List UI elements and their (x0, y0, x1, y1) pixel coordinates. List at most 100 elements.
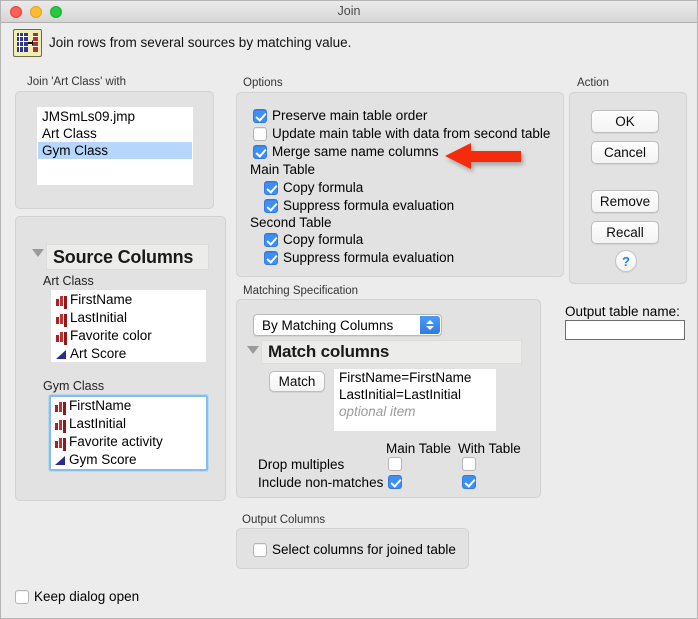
remove-button[interactable]: Remove (591, 190, 659, 213)
checkbox-label: Copy formula (283, 180, 363, 195)
row-label-include-non-matches: Include non-matches (258, 475, 383, 490)
join-with-list[interactable]: JMSmLs09.jmp Art Class Gym Class (37, 107, 193, 185)
column-item[interactable]: FirstName (51, 397, 206, 415)
col-header-main-table: Main Table (386, 441, 451, 456)
matching-method-value: By Matching Columns (262, 318, 393, 333)
column-item[interactable]: FirstName (52, 291, 205, 309)
output-columns-label: Output Columns (242, 514, 325, 526)
join-dialog-window: Join Join rows from several sources by m… (0, 0, 698, 619)
nominal-icon (55, 294, 68, 306)
cancel-button[interactable]: Cancel (591, 141, 659, 164)
nominal-icon (54, 418, 67, 430)
checkbox-label: Update main table with data from second … (272, 126, 550, 141)
checkbox-box[interactable] (253, 127, 267, 141)
title-bar: Join (1, 1, 697, 23)
icon-grid (17, 33, 28, 52)
main-table-label: Main Table (250, 162, 315, 177)
match-columns-title: Match columns (261, 340, 522, 364)
list-item[interactable]: Art Class (38, 125, 192, 142)
checkbox-box[interactable] (264, 233, 278, 247)
checkbox-box[interactable] (264, 199, 278, 213)
continuous-icon (55, 348, 68, 360)
options-label: Options (243, 77, 283, 89)
match-button[interactable]: Match (269, 371, 325, 392)
col-header-with-table: With Table (458, 441, 521, 456)
checkbox-box[interactable] (253, 109, 267, 123)
match-optional-item[interactable]: optional item (334, 403, 496, 420)
checkbox-label: Merge same name columns (272, 144, 439, 159)
match-entry[interactable]: LastInitial=LastInitial (334, 386, 496, 403)
column-item[interactable]: LastInitial (52, 309, 205, 327)
row-label-drop-multiples: Drop multiples (258, 457, 344, 472)
nominal-icon (55, 330, 68, 342)
matching-method-select[interactable]: By Matching Columns (253, 314, 442, 336)
checkbox-box[interactable] (253, 145, 267, 159)
match-columns-field[interactable]: FirstName=FirstName LastInitial=LastInit… (334, 369, 496, 431)
column-label: Favorite activity (69, 433, 163, 451)
matching-specification-label: Matching Specification (243, 285, 358, 297)
disclosure-triangle-icon-match[interactable] (247, 346, 259, 354)
checkbox-label: Select columns for joined table (272, 542, 456, 557)
column-item[interactable]: Favorite activity (51, 433, 206, 451)
column-label: Art Score (70, 345, 126, 363)
column-item[interactable]: Gym Score (51, 451, 206, 469)
ok-button[interactable]: OK (591, 110, 659, 133)
action-label: Action (577, 77, 609, 89)
join-tables-icon (13, 29, 42, 57)
checkbox-box[interactable] (253, 543, 267, 557)
column-label: FirstName (70, 291, 132, 309)
checkbox-label: Keep dialog open (34, 589, 139, 604)
column-item[interactable]: LastInitial (51, 415, 206, 433)
checkbox-box[interactable] (264, 251, 278, 265)
list-item[interactable]: JMSmLs09.jmp (38, 108, 192, 125)
help-button[interactable]: ? (615, 250, 637, 272)
output-table-name-label: Output table name: (565, 304, 680, 319)
column-item[interactable]: Art Score (52, 345, 205, 363)
red-left-arrow-annotation (445, 142, 521, 170)
chevron-updown-icon[interactable] (420, 316, 440, 334)
source-columns-list-art[interactable]: FirstName LastInitial Favorite color Art… (51, 290, 206, 362)
checkbox-main-copy-formula[interactable]: Copy formula (264, 180, 363, 195)
column-label: FirstName (69, 397, 131, 415)
checkbox-label: Copy formula (283, 232, 363, 247)
checkbox-second-copy-formula[interactable]: Copy formula (264, 232, 363, 247)
nominal-icon (55, 312, 68, 324)
checkbox-drop-multiples-main[interactable] (388, 457, 402, 471)
checkbox-preserve-main-table-order[interactable]: Preserve main table order (253, 108, 427, 123)
checkbox-box[interactable] (15, 590, 29, 604)
nominal-icon (54, 400, 67, 412)
column-item[interactable]: Favorite color (52, 327, 205, 345)
checkbox-main-suppress-formula-evaluation[interactable]: Suppress formula evaluation (264, 198, 454, 213)
source-group-label-art: Art Class (43, 274, 94, 288)
continuous-icon (54, 454, 67, 466)
recall-button[interactable]: Recall (591, 221, 659, 244)
icon-column (33, 33, 38, 52)
column-label: Gym Score (69, 451, 137, 469)
checkbox-select-columns-for-joined-table[interactable]: Select columns for joined table (253, 542, 456, 557)
checkbox-keep-dialog-open[interactable]: Keep dialog open (15, 589, 139, 604)
dialog-header: Join rows from several sources by matchi… (1, 23, 697, 61)
checkbox-label: Suppress formula evaluation (283, 198, 454, 213)
dialog-description: Join rows from several sources by matchi… (49, 35, 351, 50)
column-label: LastInitial (69, 415, 126, 433)
source-columns-title: Source Columns (46, 244, 209, 270)
second-table-label: Second Table (250, 215, 332, 230)
checkbox-drop-multiples-with[interactable] (462, 457, 476, 471)
checkbox-merge-same-name-columns[interactable]: Merge same name columns (253, 144, 439, 159)
output-table-name-input[interactable] (565, 320, 685, 340)
list-item[interactable]: Gym Class (38, 142, 192, 159)
checkbox-box[interactable] (264, 181, 278, 195)
checkbox-include-non-matches-main[interactable] (388, 475, 402, 489)
join-with-label: Join 'Art Class' with (27, 76, 126, 88)
window-title: Join (1, 4, 697, 18)
column-label: LastInitial (70, 309, 127, 327)
checkbox-include-non-matches-with[interactable] (462, 475, 476, 489)
disclosure-triangle-icon[interactable] (32, 249, 44, 257)
checkbox-label: Suppress formula evaluation (283, 250, 454, 265)
source-columns-list-gym[interactable]: FirstName LastInitial Favorite activity … (49, 395, 208, 471)
checkbox-second-suppress-formula-evaluation[interactable]: Suppress formula evaluation (264, 250, 454, 265)
checkbox-label: Preserve main table order (272, 108, 427, 123)
match-entry[interactable]: FirstName=FirstName (334, 369, 496, 386)
column-label: Favorite color (70, 327, 152, 345)
checkbox-update-main-table[interactable]: Update main table with data from second … (253, 126, 550, 141)
